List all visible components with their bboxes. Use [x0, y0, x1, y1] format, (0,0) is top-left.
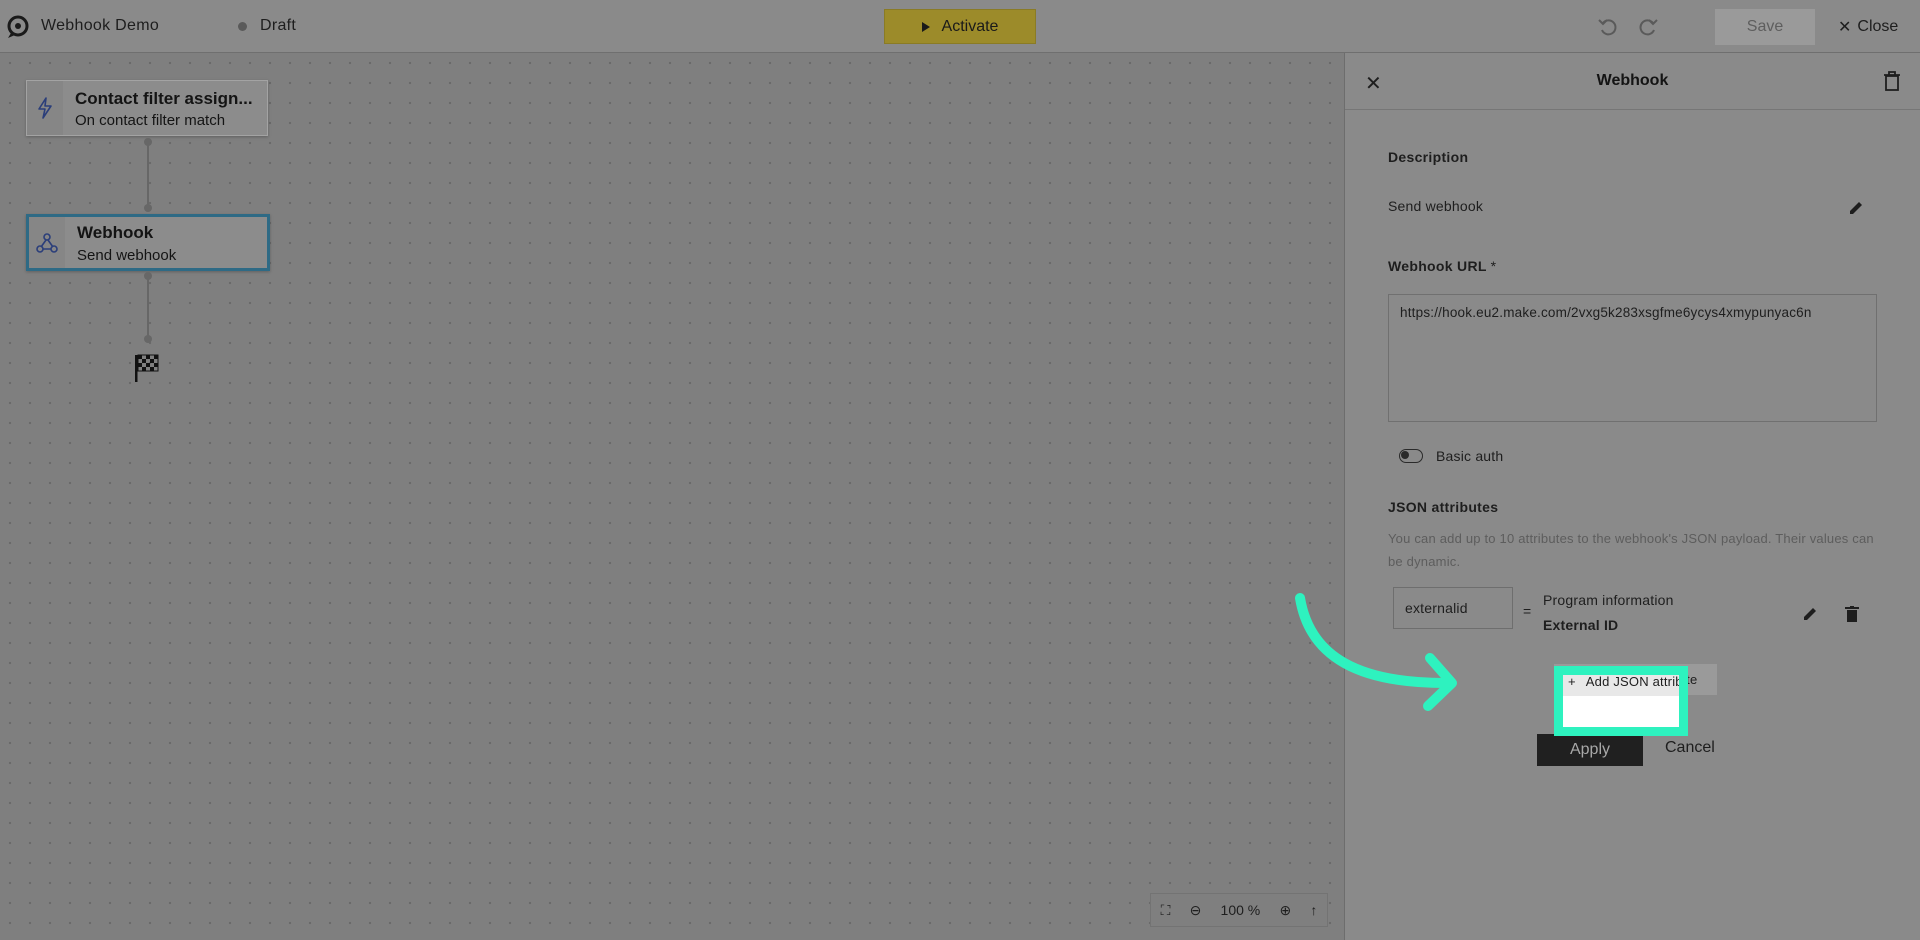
app-logo-icon — [7, 15, 29, 38]
connector-dot — [144, 272, 152, 280]
close-label: Close — [1857, 18, 1899, 35]
webhook-url-input[interactable]: https://hook.eu2.make.com/2vxg5k283xsgfm… — [1388, 294, 1877, 422]
status-dot-icon — [238, 22, 247, 31]
lightning-icon — [38, 97, 52, 119]
finish-flag-icon — [135, 354, 159, 382]
json-attributes-label: JSON attributes — [1388, 499, 1499, 515]
panel-header: ✕ Webhook — [1345, 53, 1920, 110]
description-value: Send webhook — [1388, 198, 1484, 214]
pointer-arrow-icon — [1295, 593, 1457, 711]
required-marker: * — [1490, 258, 1497, 274]
connector-line — [147, 277, 149, 337]
play-icon — [921, 21, 930, 32]
edit-description-icon[interactable] — [1848, 200, 1864, 216]
zoom-controls: ⛶ ⊖ 100 % ⊕ ↑ — [1150, 893, 1328, 927]
edit-attribute-icon[interactable] — [1802, 606, 1818, 622]
delete-attribute-icon[interactable] — [1845, 606, 1859, 622]
json-attribute-value-field: External ID — [1543, 617, 1619, 633]
basic-auth-toggle[interactable] — [1399, 449, 1423, 463]
delete-node-icon[interactable] — [1883, 71, 1901, 91]
zoom-level: 100 % — [1220, 902, 1261, 918]
fit-screen-icon[interactable]: ⛶ — [1161, 902, 1171, 919]
top-bar: Webhook Demo Draft Activate Save ✕ Close — [0, 0, 1920, 53]
json-attributes-hint: You can add up to 10 attributes to the w… — [1388, 531, 1874, 569]
connector-dot — [144, 204, 152, 212]
highlight-box — [1554, 666, 1688, 736]
connector-dot — [144, 138, 152, 146]
json-attribute-value-source: Program information — [1543, 592, 1674, 608]
activate-button[interactable]: Activate — [884, 9, 1036, 44]
webhook-node[interactable]: Webhook Send webhook — [26, 214, 270, 271]
zoom-out-icon[interactable]: ⊖ — [1190, 902, 1202, 919]
trigger-node-subtitle: On contact filter match — [75, 112, 226, 129]
workflow-canvas[interactable]: Contact filter assign... On contact filt… — [0, 53, 1344, 940]
equals-sign: = — [1523, 603, 1532, 619]
trigger-node[interactable]: Contact filter assign... On contact filt… — [26, 80, 268, 136]
webhook-url-label: Webhook URL * — [1388, 258, 1497, 274]
save-button[interactable]: Save — [1715, 9, 1815, 45]
activate-label: Activate — [941, 17, 999, 35]
panel-title: Webhook — [1596, 72, 1669, 89]
close-icon: ✕ — [1838, 19, 1852, 36]
status-label: Draft — [260, 17, 297, 34]
zoom-in-icon[interactable]: ⊕ — [1279, 902, 1291, 919]
webhook-node-title: Webhook — [77, 223, 154, 242]
webhook-settings-panel: ✕ Webhook Description Send webhook Webho… — [1344, 53, 1920, 940]
connector-line — [147, 143, 149, 208]
undo-icon[interactable] — [1596, 15, 1620, 39]
basic-auth-label: Basic auth — [1436, 448, 1504, 464]
connector-dot — [144, 335, 152, 343]
webhook-icon — [36, 232, 58, 253]
scroll-up-icon[interactable]: ↑ — [1310, 902, 1317, 918]
trigger-node-title: Contact filter assign... — [75, 89, 253, 108]
description-label: Description — [1388, 149, 1469, 165]
apply-button[interactable]: Apply — [1537, 734, 1643, 766]
cancel-button[interactable]: Cancel — [1665, 739, 1715, 757]
webhook-node-subtitle: Send webhook — [77, 247, 177, 264]
workflow-title[interactable]: Webhook Demo — [41, 17, 159, 35]
close-button[interactable]: ✕ Close — [1838, 17, 1898, 37]
redo-icon[interactable] — [1636, 15, 1660, 39]
